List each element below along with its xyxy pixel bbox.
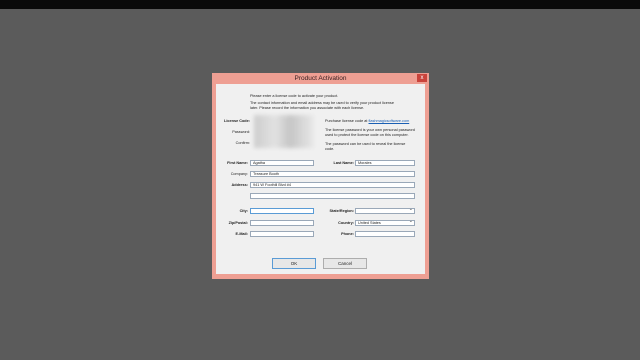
first-name-field[interactable]: Agatha: [250, 160, 314, 166]
password-note-2: used to protect the license code on this…: [325, 132, 409, 137]
phone-label: Phone:: [341, 232, 354, 236]
state-label: State/Region:: [329, 209, 354, 213]
reveal-note-1: The password can be used to reveal the l…: [325, 142, 406, 146]
country-select[interactable]: United States: [355, 220, 415, 226]
first-name-label: First Name:: [227, 161, 248, 165]
intro-text: Please enter a license code to activate …: [250, 94, 339, 98]
title-bar[interactable]: Product Activation x: [212, 73, 429, 84]
address-line-2-field[interactable]: [250, 193, 415, 199]
phone-field[interactable]: [355, 231, 415, 237]
password-label: Password:: [232, 130, 250, 134]
address-label: Address:: [231, 183, 248, 187]
intro-text-2b: later. Please record the information you…: [250, 105, 365, 110]
confirm-label: Confirm:: [235, 141, 250, 145]
purchase-text: Purchase license code at flashmagicsoftw…: [325, 119, 410, 123]
top-bar: [0, 0, 640, 9]
close-icon: x: [420, 75, 424, 81]
address-line-1-field[interactable]: 941 W Foothill Blvd #4: [250, 182, 415, 188]
purchase-link[interactable]: flashmagicsoftware.com: [369, 119, 410, 123]
license-code-label: License Code:: [224, 119, 250, 123]
ok-button[interactable]: OK: [272, 258, 316, 269]
last-name-field[interactable]: Morales: [355, 160, 415, 166]
dialog-body: Please enter a license code to activate …: [216, 84, 425, 274]
reveal-note-2: code.: [325, 146, 335, 151]
country-label: Country:: [338, 221, 354, 225]
city-field[interactable]: [250, 208, 314, 214]
state-select[interactable]: [355, 208, 415, 214]
zip-label: Zip/Postal:: [228, 221, 248, 225]
license-fields-redacted[interactable]: [254, 115, 314, 148]
company-field[interactable]: Treasure Booth: [250, 171, 415, 177]
email-label: E-Mail:: [235, 232, 248, 236]
product-activation-dialog: Product Activation x Please enter a lice…: [212, 73, 429, 279]
close-button[interactable]: x: [417, 74, 427, 82]
last-name-label: Last Name:: [333, 161, 354, 165]
zip-field[interactable]: [250, 220, 314, 226]
company-label: Company:: [230, 172, 248, 176]
email-field[interactable]: [250, 231, 314, 237]
city-label: City:: [239, 209, 248, 213]
cancel-button[interactable]: Cancel: [323, 258, 367, 269]
dialog-title: Product Activation: [294, 75, 347, 82]
